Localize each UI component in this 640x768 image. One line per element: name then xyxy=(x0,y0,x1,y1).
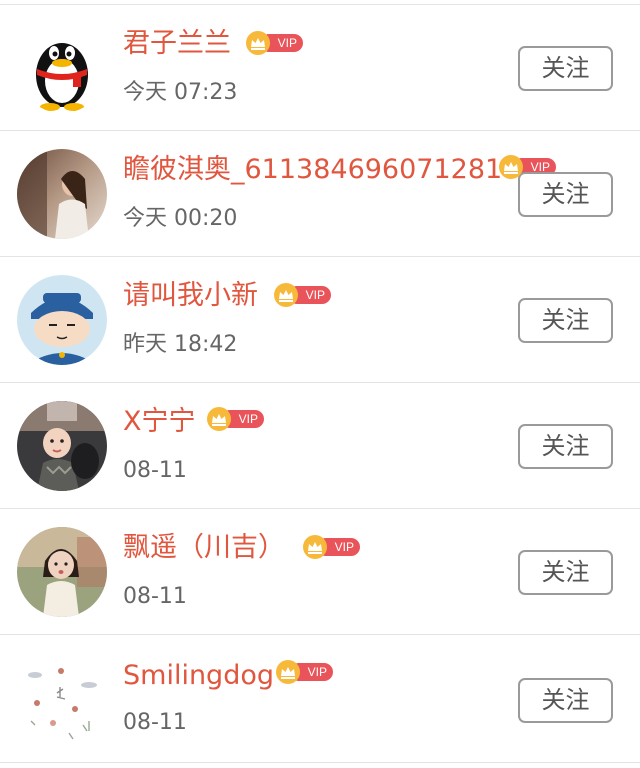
flower-sketch-avatar[interactable] xyxy=(17,655,107,745)
follow-button[interactable]: 关注 xyxy=(518,172,613,217)
little-girl-photo-avatar[interactable] xyxy=(17,527,107,617)
user-name[interactable]: 飘遥（川吉） xyxy=(123,531,285,565)
user-name[interactable]: 君子兰兰 xyxy=(123,27,231,61)
baby-photo-avatar[interactable] xyxy=(17,401,107,491)
crown-icon xyxy=(246,31,270,55)
list-item[interactable]: 君子兰兰 VIP 今天 07:23 关注 xyxy=(0,5,640,131)
list-item[interactable]: Smilingdog VIP 08-11 关注 xyxy=(0,635,640,763)
follow-button[interactable]: 关注 xyxy=(518,298,613,343)
list-item[interactable]: 请叫我小新 VIP 昨天 18:42 关注 xyxy=(0,257,640,383)
follow-button[interactable]: 关注 xyxy=(518,550,613,595)
follow-time: 今天 07:23 xyxy=(123,80,238,105)
cartoon-boy-avatar[interactable] xyxy=(17,275,107,365)
follow-list: 君子兰兰 VIP 今天 07:23 关注 瞻彼淇奥_61138469607128… xyxy=(0,0,640,768)
list-item[interactable]: X宁宁 VIP 08-11 关注 xyxy=(0,383,640,509)
user-name[interactable]: X宁宁 xyxy=(123,405,196,439)
follow-button[interactable]: 关注 xyxy=(518,424,613,469)
list-item[interactable]: 瞻彼淇奥_611384696071281 VIP 今天 00:20 关注 xyxy=(0,131,640,257)
user-name[interactable]: 瞻彼淇奥_611384696071281 xyxy=(123,153,502,187)
follow-button[interactable]: 关注 xyxy=(518,678,613,723)
list-item[interactable]: 飘遥（川吉） VIP 08-11 关注 xyxy=(0,509,640,635)
follow-button[interactable]: 关注 xyxy=(518,46,613,91)
user-name[interactable]: 请叫我小新 xyxy=(123,279,258,313)
vip-badge: VIP xyxy=(207,407,264,431)
crown-icon xyxy=(274,283,298,307)
crown-icon xyxy=(499,155,523,179)
vip-badge: VIP xyxy=(274,283,331,307)
follow-time: 今天 00:20 xyxy=(123,206,238,231)
user-name[interactable]: Smilingdog xyxy=(123,659,274,693)
follow-time: 08-11 xyxy=(123,710,187,735)
follow-time: 08-11 xyxy=(123,584,187,609)
crown-icon xyxy=(207,407,231,431)
follow-time: 08-11 xyxy=(123,458,187,483)
vip-badge: VIP xyxy=(303,535,360,559)
crown-icon xyxy=(303,535,327,559)
follow-time: 昨天 18:42 xyxy=(123,332,238,357)
qq-penguin-avatar[interactable] xyxy=(17,23,107,113)
vip-badge: VIP xyxy=(276,660,333,684)
woman-photo-avatar[interactable] xyxy=(17,149,107,239)
crown-icon xyxy=(276,660,300,684)
vip-badge: VIP xyxy=(246,31,303,55)
